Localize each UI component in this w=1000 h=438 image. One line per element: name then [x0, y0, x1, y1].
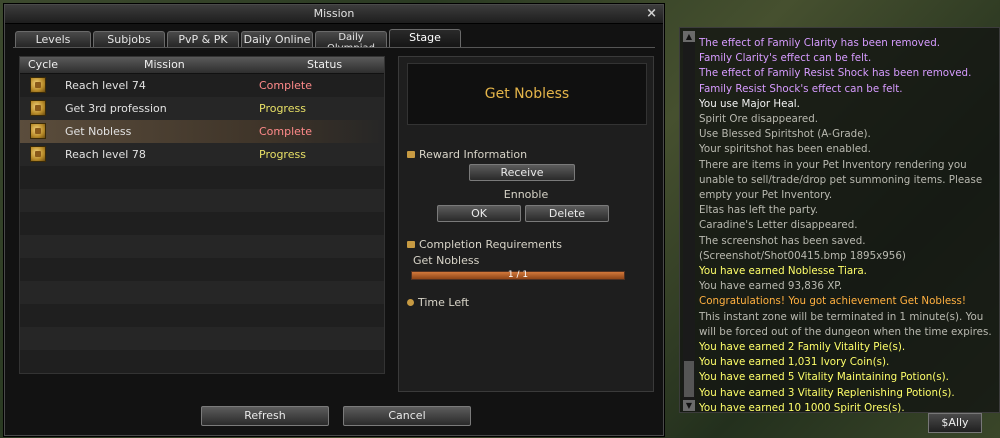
time-left-label: Time Left [407, 296, 469, 309]
reward-name: Ennoble [503, 188, 549, 201]
row-status: Complete [259, 79, 313, 92]
column-status: Status [307, 58, 343, 71]
scroll-down-icon[interactable]: ▼ [683, 400, 695, 411]
chat-line: You have earned 5 Vitality Maintaining P… [699, 371, 949, 384]
tab-subjobs[interactable]: Subjobs [93, 31, 165, 47]
refresh-button[interactable]: Refresh [201, 406, 329, 426]
row-status: Progress [259, 102, 306, 115]
empty-row [20, 212, 384, 235]
cancel-button[interactable]: Cancel [343, 406, 471, 426]
chat-line: You use Major Heal. [699, 97, 800, 110]
stage-panel: Get Nobless Reward Information Receive E… [398, 56, 654, 392]
row-status: Complete [259, 125, 313, 138]
chat-line: You have earned Noblesse Tiara. [699, 265, 867, 278]
scroll-thumb[interactable] [684, 361, 694, 397]
table-row[interactable]: Reach level 74 Complete [20, 74, 384, 97]
chat-line: Family Clarity's effect can be felt. [699, 52, 872, 65]
empty-row [20, 350, 384, 373]
table-row[interactable]: Get Nobless Complete [20, 120, 384, 143]
mission-list: Cycle Mission Status Reach level 74 Comp… [19, 56, 385, 374]
row-mission: Get Nobless [65, 125, 132, 138]
row-mission: Reach level 74 [65, 79, 146, 92]
progress-text: 1 / 1 [507, 270, 529, 280]
chat-line: Use Blessed Spiritshot (A-Grade). [699, 128, 871, 141]
requirement-name: Get Nobless [413, 254, 480, 267]
cycle-icon [30, 123, 46, 139]
mission-titlebar[interactable]: Mission × [5, 5, 663, 24]
completion-requirements-label: Completion Requirements [407, 238, 562, 251]
chat-line: Caradine's Letter disappeared. [699, 219, 858, 232]
scroll-up-icon[interactable]: ▲ [683, 31, 695, 42]
chat-line: The effect of Family Resist Shock has be… [699, 67, 972, 80]
column-cycle: Cycle [28, 58, 59, 71]
chat-line: Congratulations! You got achievement Get… [699, 295, 967, 308]
tab-divider [13, 47, 655, 48]
row-status: Progress [259, 148, 306, 161]
cycle-icon [30, 77, 46, 93]
chat-line: You have earned 3 Vitality Replenishing … [699, 386, 955, 399]
chat-line: There are items in your Pet Inventory re… [699, 158, 986, 202]
chat-tab-ally[interactable]: $Ally [928, 413, 982, 433]
close-icon[interactable]: × [646, 5, 657, 23]
empty-row [20, 235, 384, 258]
chat-line: The screenshot has been saved. (Screensh… [699, 234, 906, 262]
list-header: Cycle Mission Status [20, 57, 384, 74]
row-mission: Get 3rd profession [65, 102, 167, 115]
chat-line: Spirit Ore disappeared. [699, 113, 818, 126]
chat-line: Family Resist Shock's effect can be felt… [699, 82, 903, 95]
chat-line: The effect of Family Clarity has been re… [699, 37, 941, 49]
chat-scrollbar[interactable]: ▲ ▼ [683, 31, 695, 411]
chat-log: The effect of Family Clarity has been re… [699, 36, 995, 416]
clock-icon [407, 299, 414, 306]
chat-line: Your spiritshot has been enabled. [699, 143, 871, 156]
empty-row [20, 304, 384, 327]
requirement-progress-bar: 1 / 1 [411, 270, 625, 280]
reward-info-label: Reward Information [407, 148, 527, 161]
mission-title: Mission [313, 7, 355, 20]
tab-pvp-pk[interactable]: PvP & PK [167, 31, 239, 47]
receive-button[interactable]: Receive [469, 164, 575, 181]
chat-line: This instant zone will be terminated in … [699, 310, 992, 338]
reward-icon [407, 151, 415, 158]
requirements-icon [407, 241, 415, 248]
tab-stage[interactable]: Stage [389, 29, 461, 48]
chat-line: Eltas has left the party. [699, 204, 818, 217]
chat-line: You have earned 1,031 Ivory Coin(s). [699, 356, 890, 369]
chat-window: ▲ ▼ The effect of Family Clarity has bee… [679, 27, 1000, 416]
tab-levels[interactable]: Levels [15, 31, 91, 47]
ok-button[interactable]: OK [437, 205, 521, 222]
empty-row [20, 258, 384, 281]
chat-line: You have earned 2 Family Vitality Pie(s)… [699, 341, 906, 354]
empty-row [20, 189, 384, 212]
tab-daily-olympiad[interactable]: Daily Olympiad [315, 31, 387, 47]
chat-line: You have earned 93,836 XP. [699, 280, 843, 293]
empty-row [20, 327, 384, 350]
cycle-icon [30, 100, 46, 116]
table-row[interactable]: Reach level 78 Progress [20, 143, 384, 166]
column-mission: Mission [144, 58, 185, 71]
stage-title: Get Nobless [407, 63, 647, 125]
delete-button[interactable]: Delete [525, 205, 609, 222]
row-mission: Reach level 78 [65, 148, 146, 161]
empty-row [20, 281, 384, 304]
table-row[interactable]: Get 3rd profession Progress [20, 97, 384, 120]
cycle-icon [30, 146, 46, 162]
tab-daily-online[interactable]: Daily Online [241, 31, 313, 47]
empty-row [20, 166, 384, 189]
mission-window: Mission × Levels Subjobs PvP & PK Daily … [4, 4, 664, 436]
